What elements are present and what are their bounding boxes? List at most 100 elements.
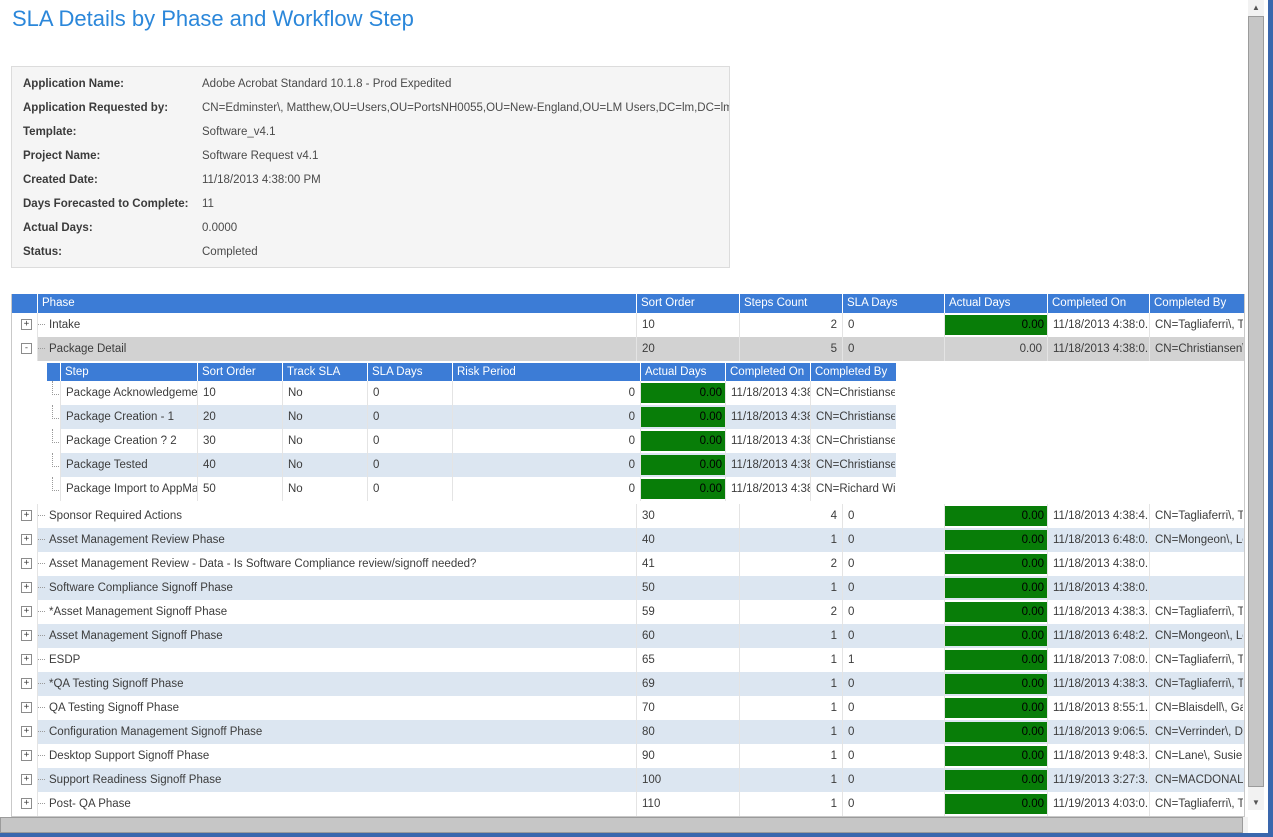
cell-completed-on: 11/18/2013 4:38:0...	[726, 405, 811, 429]
expand-button[interactable]: +	[21, 534, 32, 545]
scroll-down-button[interactable]: ▼	[1248, 795, 1264, 810]
phase-row: +*Asset Management Signoff Phase59200.00…	[12, 600, 1244, 624]
cell-track-sla: No	[283, 381, 368, 405]
cell-sort-order: 65	[637, 648, 740, 672]
info-field-label: Created Date:	[12, 174, 202, 186]
expand-cell: +	[12, 696, 38, 720]
expand-button[interactable]: +	[21, 654, 32, 665]
expand-cell: +	[12, 552, 38, 576]
horizontal-scrollbar[interactable]: ▶	[0, 817, 1264, 833]
cell-sort-order: 40	[198, 453, 283, 477]
expand-button[interactable]: +	[21, 558, 32, 569]
sla-actual-days-bar: 0.00	[641, 407, 725, 427]
cell-step: Package Import to AppManager	[61, 477, 198, 501]
cell-steps-count: 1	[740, 672, 843, 696]
expand-button[interactable]: +	[21, 750, 32, 761]
cell-sla-days: 0	[843, 576, 945, 600]
phase-label: Package Detail	[49, 343, 126, 355]
cell-completed-on: 11/18/2013 7:08:0...	[1048, 648, 1150, 672]
step-row: Package Creation ? 230No000.0011/18/2013…	[47, 429, 896, 453]
cell-sort-order: 59	[637, 600, 740, 624]
phase-label: *Asset Management Signoff Phase	[49, 606, 227, 618]
phase-column-header: Steps Count	[740, 294, 843, 313]
expand-button[interactable]: +	[21, 582, 32, 593]
cell-phase: Configuration Management Signoff Phase	[38, 720, 637, 744]
cell-actual-days: 0.00	[945, 600, 1048, 624]
step-subtable: StepSort OrderTrack SLASLA DaysRisk Peri…	[47, 363, 896, 501]
expand-button[interactable]: +	[21, 774, 32, 785]
sla-actual-days-bar: 0.00	[945, 554, 1047, 574]
cell-sla-days: 0	[368, 381, 453, 405]
sla-actual-days-bar: 0.00	[945, 698, 1047, 718]
cell-completed-by: CN=Blaisdell\, Gar...	[1150, 696, 1244, 720]
expand-cell: +	[12, 720, 38, 744]
vertical-scrollbar[interactable]: ▲ ▼	[1248, 0, 1264, 810]
phase-row: +Configuration Management Signoff Phase8…	[12, 720, 1244, 744]
cell-phase: Sponsor Required Actions	[38, 504, 637, 528]
collapse-button[interactable]: -	[21, 343, 32, 354]
cell-completed-on: 11/18/2013 4:38:0...	[1048, 313, 1150, 337]
info-row: Template:Software_v4.1	[12, 120, 729, 144]
info-row: Application Requested by:CN=Edminster\, …	[12, 96, 729, 120]
info-field-label: Actual Days:	[12, 222, 202, 234]
sla-actual-days-bar: 0.00	[945, 315, 1047, 335]
cell-actual-days: 0.00	[945, 576, 1048, 600]
step-column-header: Track SLA	[283, 363, 368, 381]
expand-button[interactable]: +	[21, 678, 32, 689]
phase-column-header: SLA Days	[843, 294, 945, 313]
scroll-up-button[interactable]: ▲	[1248, 0, 1264, 15]
sla-actual-days-bar: 0.00	[945, 578, 1047, 598]
cell-completed-by	[1150, 576, 1244, 600]
cell-completed-by: CN=Richard Will,O...	[811, 477, 896, 501]
phase-row: +Support Readiness Signoff Phase100100.0…	[12, 768, 1244, 792]
expand-button[interactable]: +	[21, 510, 32, 521]
cell-completed-by: CN=Tagliaferri\, Ta...	[1150, 313, 1244, 337]
cell-sort-order: 100	[637, 768, 740, 792]
vertical-scroll-thumb[interactable]	[1248, 16, 1264, 787]
cell-sla-days: 0	[368, 453, 453, 477]
expand-button[interactable]: +	[21, 630, 32, 641]
cell-sla-days: 0	[843, 768, 945, 792]
expand-button[interactable]: +	[21, 606, 32, 617]
cell-phase: Post- QA Phase	[38, 792, 637, 816]
sla-actual-days-bar: 0.00	[641, 383, 725, 403]
cell-sort-order: 41	[637, 552, 740, 576]
phase-column-header: Completed On	[1048, 294, 1150, 313]
cell-actual-days: 0.00	[641, 405, 726, 429]
step-tree-cell	[47, 381, 61, 405]
cell-sla-days: 0	[843, 600, 945, 624]
horizontal-scroll-thumb[interactable]	[0, 817, 1243, 833]
phase-row: +Desktop Support Signoff Phase90100.0011…	[12, 744, 1244, 768]
phase-label: ESDP	[49, 654, 80, 666]
tree-dots	[38, 563, 45, 564]
tree-branch-icon	[52, 381, 61, 395]
cell-completed-by	[1150, 552, 1244, 576]
cell-completed-on: 11/18/2013 4:38:4...	[1048, 504, 1150, 528]
info-field-value: Software_v4.1	[202, 126, 729, 138]
tree-dots	[38, 611, 45, 612]
phase-row: +Asset Management Review - Data - Is Sof…	[12, 552, 1244, 576]
cell-steps-count: 1	[740, 528, 843, 552]
info-field-value: Completed	[202, 246, 729, 258]
step-row: Package Import to AppManager50No000.0011…	[47, 477, 896, 501]
down-arrow-icon: ▼	[1252, 798, 1260, 807]
expand-button[interactable]: +	[21, 726, 32, 737]
up-arrow-icon: ▲	[1252, 3, 1260, 12]
sla-actual-days-bar: 0.00	[641, 431, 725, 451]
expand-button[interactable]: +	[21, 702, 32, 713]
info-row: Actual Days:0.0000	[12, 216, 729, 240]
info-row: Application Name:Adobe Acrobat Standard …	[12, 72, 729, 96]
tree-dots	[38, 659, 45, 660]
sla-table: PhaseSort OrderSteps CountSLA DaysActual…	[11, 294, 1245, 817]
expand-cell: +	[12, 648, 38, 672]
info-field-value: Software Request v4.1	[202, 150, 729, 162]
phase-label: QA Testing Signoff Phase	[49, 702, 179, 714]
tree-dots	[38, 683, 45, 684]
expand-button[interactable]: +	[21, 319, 32, 330]
phase-column-header: Sort Order	[637, 294, 740, 313]
info-field-value: 11/18/2013 4:38:00 PM	[202, 174, 729, 186]
expand-button[interactable]: +	[21, 798, 32, 809]
expand-cell: +	[12, 792, 38, 816]
cell-completed-by: CN=Christiansen\, ...	[811, 429, 896, 453]
cell-risk-period: 0	[453, 477, 641, 501]
